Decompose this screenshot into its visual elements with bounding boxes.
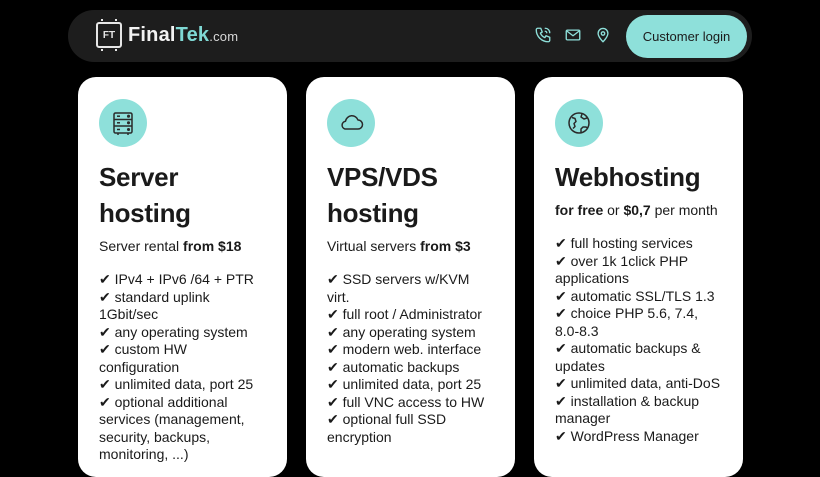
top-navbar: FT FinalTek.com Customer login [68, 10, 752, 62]
feature-item: any operating system [327, 324, 494, 342]
price-label: Virtual servers [327, 238, 421, 254]
feature-item: installation & backup manager [555, 393, 722, 428]
feature-list: full hosting services over 1k 1click PHP… [555, 235, 722, 445]
logo-chip-icon: FT [96, 19, 122, 51]
globe-icon [555, 99, 603, 147]
price-value: from $3 [420, 238, 471, 254]
feature-item: unlimited data, anti-DoS [555, 375, 722, 393]
site-logo[interactable]: FT FinalTek.com [96, 19, 238, 51]
phone-icon[interactable] [534, 26, 552, 44]
contact-icons [534, 26, 612, 44]
price-free: for free [555, 202, 604, 218]
card-price: Server rental from $18 [99, 237, 266, 255]
price-connector: or [603, 202, 624, 218]
pricing-card-vps-vds-hosting: VPS/VDS hosting Virtual servers from $3 … [306, 77, 515, 477]
feature-item: IPv4 + IPv6 /64 + PTR [99, 271, 266, 289]
logo-part-final: Final [128, 23, 176, 46]
feature-item: SSD servers w/KVM virt. [327, 271, 494, 306]
feature-item: automatic SSL/TLS 1.3 [555, 288, 722, 306]
logo-domain: .com [209, 28, 239, 44]
feature-item: custom HW configuration [99, 341, 266, 376]
server-icon [99, 99, 147, 147]
cloud-icon [327, 99, 375, 147]
feature-item: optional full SSD encryption [327, 411, 494, 446]
price-value: from $18 [183, 238, 242, 254]
location-pin-icon[interactable] [594, 26, 612, 44]
feature-item: choice PHP 5.6, 7.4, 8.0-8.3 [555, 305, 722, 340]
feature-item: standard uplink 1Gbit/sec [99, 289, 266, 324]
logo-wordmark: FinalTek.com [128, 24, 238, 47]
pricing-card-server-hosting: Server hosting Server rental from $18 IP… [78, 77, 287, 477]
feature-item: unlimited data, port 25 [99, 376, 266, 394]
price-label: Server rental [99, 238, 184, 254]
customer-login-button[interactable]: Customer login [626, 15, 747, 58]
card-title: Webhosting [555, 162, 701, 192]
mail-icon[interactable] [564, 26, 582, 44]
feature-item: unlimited data, port 25 [327, 376, 494, 394]
pricing-card-webhosting: Webhosting for free or $0,7 per month fu… [534, 77, 743, 477]
feature-item: full VNC access to HW [327, 394, 494, 412]
feature-item: full root / Administrator [327, 306, 494, 324]
feature-item: automatic backups [327, 359, 494, 377]
card-price: for free or $0,7 per month [555, 201, 722, 219]
feature-item: optional additional services (management… [99, 394, 266, 464]
card-title: VPS/VDS hosting [327, 162, 438, 228]
feature-item: any operating system [99, 324, 266, 342]
feature-list: SSD servers w/KVM virt. full root / Admi… [327, 271, 494, 446]
price-value: $0,7 [623, 202, 651, 218]
logo-part-tek: Tek [175, 23, 210, 46]
feature-item: full hosting services [555, 235, 722, 253]
card-title: Server hosting [99, 162, 191, 228]
price-period: per month [650, 202, 718, 218]
feature-list: IPv4 + IPv6 /64 + PTR standard uplink 1G… [99, 271, 266, 464]
feature-item: automatic backups & updates [555, 340, 722, 375]
feature-item: over 1k 1click PHP applications [555, 253, 722, 288]
feature-item: WordPress Manager [555, 428, 722, 446]
logo-badge-text: FT [102, 29, 116, 41]
feature-item: modern web. interface [327, 341, 494, 359]
card-price: Virtual servers from $3 [327, 237, 494, 255]
